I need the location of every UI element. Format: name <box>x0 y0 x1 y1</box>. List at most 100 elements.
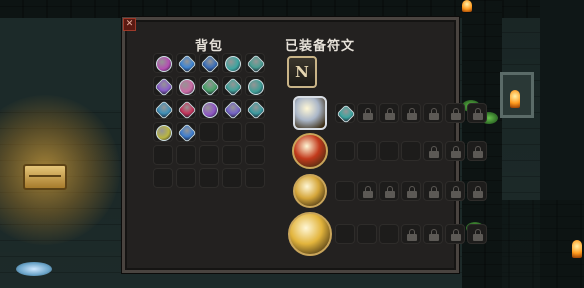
empty-rune-slot[interactable] <box>357 141 377 161</box>
gold-hammer-rune-icon[interactable] <box>288 212 332 256</box>
inventory-slot[interactable] <box>153 145 173 165</box>
inventory-slot[interactable] <box>222 122 242 142</box>
empty-rune-slot[interactable] <box>379 141 399 161</box>
inventory-slot[interactable] <box>222 168 242 188</box>
locked-rune-slot[interactable] <box>423 224 443 244</box>
locked-rune-slot[interactable] <box>467 224 487 244</box>
locked-rune-slot[interactable] <box>445 103 465 123</box>
teal-leaf-gem-icon <box>223 77 243 97</box>
locked-rune-slot[interactable] <box>423 141 443 161</box>
lock-icon <box>473 229 483 241</box>
treasure-chest[interactable] <box>23 164 67 190</box>
red-orb-rune-icon[interactable] <box>292 133 328 169</box>
inventory-slot[interactable] <box>176 168 196 188</box>
inventory-slot[interactable] <box>245 99 266 120</box>
inventory-slot[interactable] <box>222 53 242 73</box>
inventory-slot[interactable] <box>176 99 197 120</box>
locked-rune-slot[interactable] <box>401 224 421 244</box>
lock-icon <box>385 186 395 198</box>
teal-flower-gem-icon <box>246 54 266 74</box>
locked-rune-slot[interactable] <box>445 181 465 201</box>
torch-icon <box>510 90 520 108</box>
inventory-slot[interactable] <box>199 122 219 142</box>
locked-rune-slot[interactable] <box>423 103 443 123</box>
lock-icon <box>407 108 417 120</box>
torch-icon <box>572 240 582 258</box>
inventory-slot[interactable] <box>245 168 265 188</box>
torch-icon <box>462 0 472 12</box>
equipped-runes-title: 已装备符文 <box>285 39 356 54</box>
blue-scroll-icon <box>200 54 220 74</box>
rune-badge[interactable]: N <box>287 56 317 88</box>
inventory-slot[interactable] <box>199 53 220 74</box>
blue-shard-icon <box>177 123 197 143</box>
empty-rune-slot[interactable] <box>335 224 355 244</box>
locked-rune-slot[interactable] <box>445 141 465 161</box>
lock-icon <box>429 186 439 198</box>
teal-cross-gem-icon <box>248 79 264 95</box>
empty-rune-slot[interactable] <box>401 141 421 161</box>
empty-rune-slot[interactable] <box>379 224 399 244</box>
inventory-slot[interactable] <box>176 76 196 96</box>
empty-rune-slot[interactable] <box>335 141 355 161</box>
inventory-slot[interactable] <box>153 76 174 97</box>
red-crystal-icon <box>177 100 197 120</box>
inventory-slot[interactable] <box>222 76 243 97</box>
locked-rune-slot[interactable] <box>467 103 487 123</box>
purple-flower-gem-icon <box>202 102 218 118</box>
purple-gem-icon <box>154 77 174 97</box>
locked-rune-slot[interactable] <box>401 103 421 123</box>
locked-rune-slot[interactable] <box>445 224 465 244</box>
locked-rune-slot[interactable] <box>467 181 487 201</box>
magenta-key-icon <box>156 56 172 72</box>
locked-rune-slot[interactable] <box>467 141 487 161</box>
inventory-slot[interactable] <box>245 76 265 96</box>
inventory-slot[interactable] <box>153 99 174 120</box>
inventory-slot[interactable] <box>199 168 219 188</box>
close-button[interactable]: ✕ <box>123 18 136 31</box>
blue-crystal-icon <box>177 54 197 74</box>
inventory-slot[interactable] <box>222 99 243 120</box>
fountain <box>16 262 52 276</box>
lock-icon <box>473 186 483 198</box>
lock-icon <box>451 146 461 158</box>
inventory-slot[interactable] <box>245 53 266 74</box>
locked-rune-slot[interactable] <box>379 181 399 201</box>
inventory-slot[interactable] <box>153 168 173 188</box>
teal-blue-gem-icon <box>154 100 174 120</box>
empty-rune-slot[interactable] <box>357 224 377 244</box>
violet-gem-icon <box>223 100 243 120</box>
stone-floor <box>462 200 584 288</box>
lock-icon <box>429 108 439 120</box>
inventory-slot[interactable] <box>245 145 265 165</box>
inventory-slot[interactable] <box>199 99 219 119</box>
inventory-title: 背包 <box>195 39 224 54</box>
lock-icon <box>473 146 483 158</box>
inventory-slot[interactable] <box>176 145 196 165</box>
yellow-ring-gem-icon <box>156 125 172 141</box>
inventory-slot[interactable] <box>199 145 219 165</box>
locked-rune-slot[interactable] <box>379 103 399 123</box>
gold-winged-rune-icon[interactable] <box>293 174 327 208</box>
lock-icon <box>385 108 395 120</box>
locked-rune-slot[interactable] <box>357 103 377 123</box>
green-leaf-gem-icon <box>200 77 220 97</box>
locked-rune-slot[interactable] <box>357 181 377 201</box>
locked-rune-slot[interactable] <box>423 181 443 201</box>
inventory-slot[interactable] <box>153 122 173 142</box>
inventory-slot[interactable] <box>199 76 220 97</box>
inventory-slot[interactable] <box>176 53 197 74</box>
lock-icon <box>429 146 439 158</box>
pink-gem-icon <box>179 79 195 95</box>
lock-icon <box>407 186 417 198</box>
teal-shield-gem-icon <box>246 100 266 120</box>
lock-icon <box>451 186 461 198</box>
equipped-gem-slot[interactable] <box>335 103 356 124</box>
inventory-slot[interactable] <box>176 122 197 143</box>
inventory-slot[interactable] <box>245 122 265 142</box>
inventory-slot[interactable] <box>222 145 242 165</box>
silver-cube-rune-icon[interactable] <box>293 96 327 130</box>
empty-rune-slot[interactable] <box>335 181 355 201</box>
inventory-slot[interactable] <box>153 53 173 73</box>
locked-rune-slot[interactable] <box>401 181 421 201</box>
